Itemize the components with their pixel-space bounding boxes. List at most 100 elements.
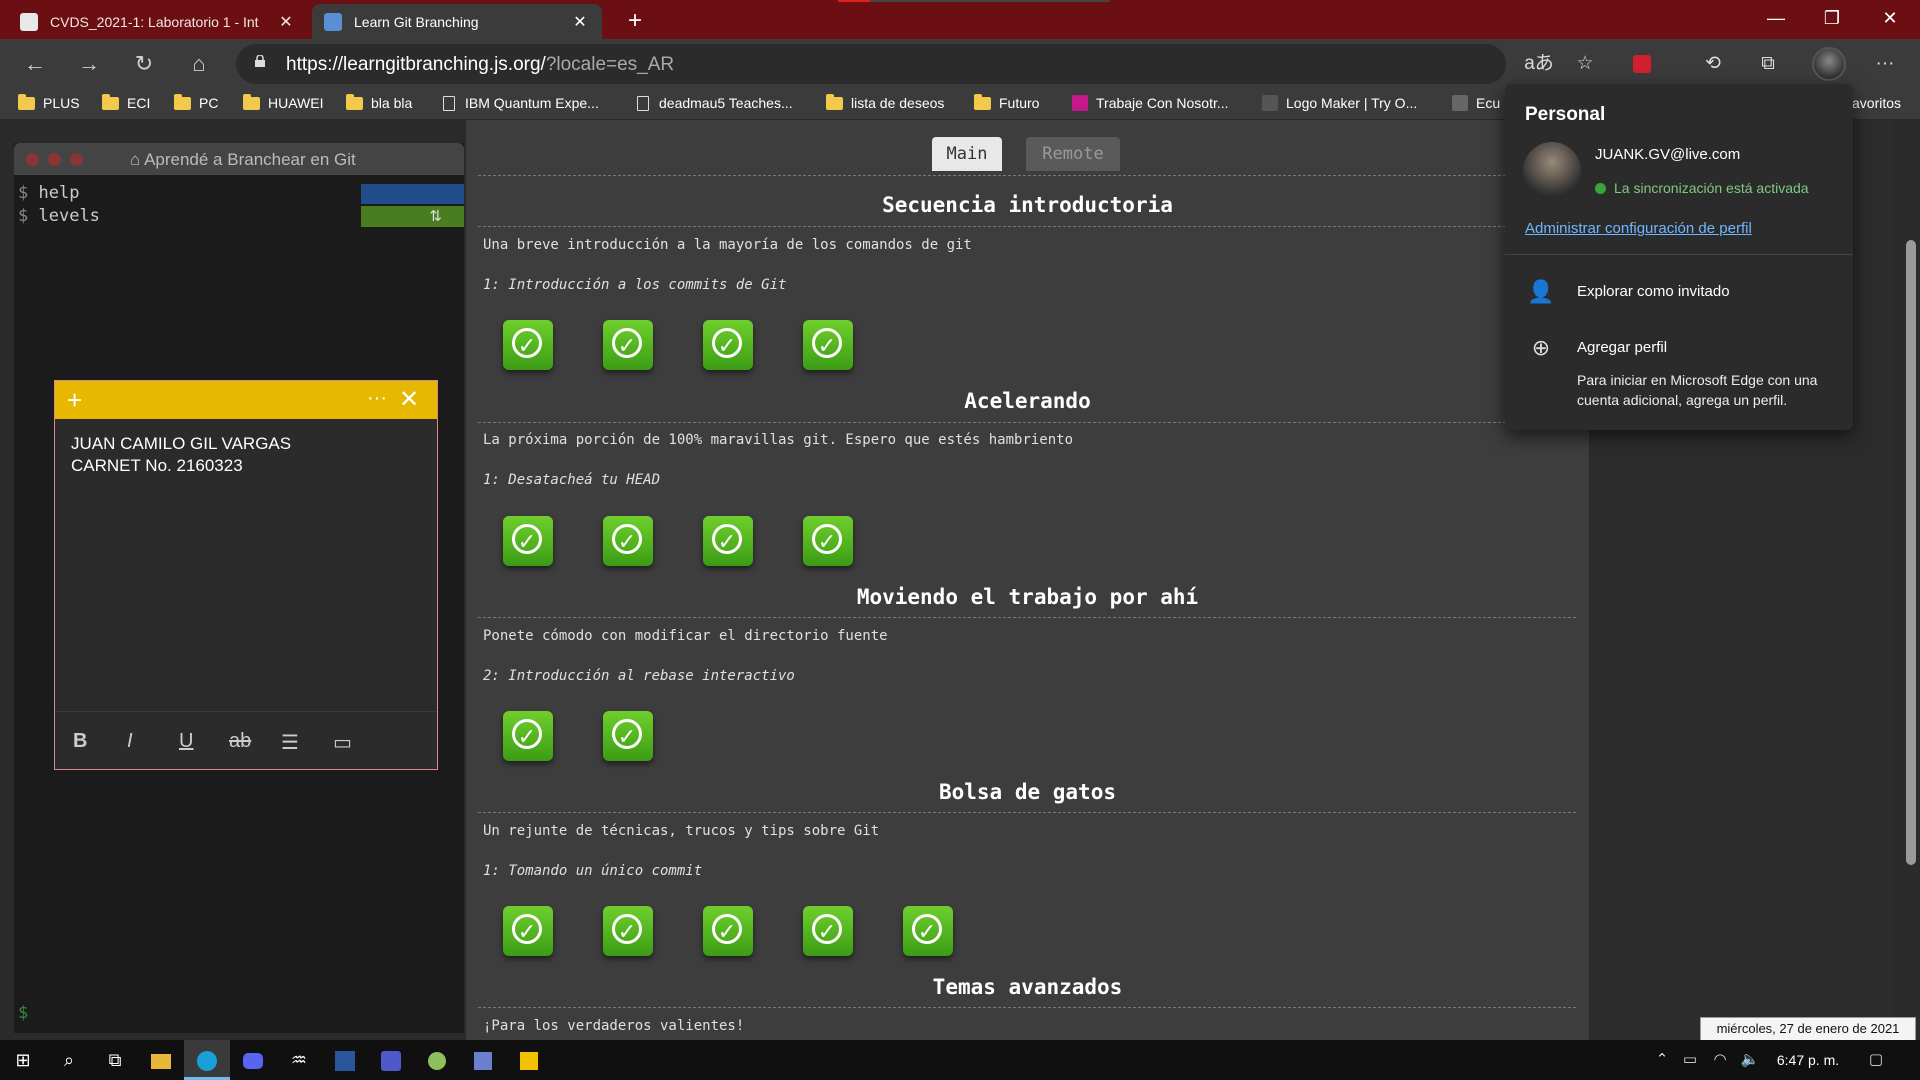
add-profile-button[interactable]: Agregar perfil bbox=[1577, 339, 1667, 356]
folder-icon bbox=[102, 93, 119, 110]
favorite-eci[interactable]: ECI bbox=[102, 93, 150, 111]
favorite-logo-maker[interactable]: Logo Maker | Try O... bbox=[1262, 95, 1417, 111]
tab-learn-git[interactable]: Learn Git Branching ✕ bbox=[312, 4, 602, 39]
separator bbox=[478, 226, 1576, 227]
favorite-trabaje[interactable]: Trabaje Con Nosotr... bbox=[1072, 95, 1229, 111]
minimize-button[interactable]: — bbox=[1748, 0, 1804, 39]
more-options-icon[interactable]: ··· bbox=[1868, 47, 1902, 81]
level-complete-icon[interactable] bbox=[703, 906, 753, 956]
notifications-icon[interactable]: ▢ bbox=[1862, 1040, 1890, 1080]
folder-icon bbox=[18, 93, 35, 110]
add-note-icon[interactable]: + bbox=[67, 385, 82, 416]
more-options-icon[interactable]: ··· bbox=[367, 387, 387, 410]
sticky-note[interactable]: + ··· ✕ JUAN CAMILO GIL VARGAS CARNET No… bbox=[54, 380, 438, 770]
task-view-icon[interactable]: ⧉ bbox=[92, 1040, 138, 1080]
italic-icon[interactable]: I bbox=[127, 730, 133, 753]
tab-main[interactable]: Main bbox=[932, 137, 1002, 171]
profile-heading: Personal bbox=[1525, 104, 1606, 125]
favorite-huawei[interactable]: HUAWEI bbox=[243, 93, 323, 111]
back-arrow-icon[interactable]: ← bbox=[18, 47, 52, 81]
add-profile-icon: ⊕ bbox=[1531, 335, 1551, 360]
level-complete-icon[interactable] bbox=[503, 516, 553, 566]
moodle-favicon-icon bbox=[20, 12, 38, 31]
teams-icon[interactable] bbox=[368, 1040, 414, 1080]
battery-icon[interactable]: ▭ bbox=[1676, 1040, 1704, 1080]
app-icon[interactable] bbox=[414, 1040, 460, 1080]
favorite-ibm-quantum[interactable]: IBM Quantum Expe... bbox=[443, 95, 599, 111]
forward-arrow-icon[interactable]: → bbox=[72, 47, 106, 81]
favorite-deadmau5[interactable]: deadmau5 Teaches... bbox=[637, 95, 793, 111]
activity-icon[interactable]: ♒ bbox=[276, 1040, 322, 1080]
favorite-plus[interactable]: PLUS bbox=[18, 93, 80, 111]
browse-as-guest-button[interactable]: Explorar como invitado bbox=[1577, 283, 1730, 300]
word-icon[interactable] bbox=[322, 1040, 368, 1080]
refresh-icon[interactable]: ↻ bbox=[127, 47, 161, 81]
level-complete-icon[interactable] bbox=[803, 516, 853, 566]
section-description: Ponete cómodo con modificar el directori… bbox=[483, 628, 888, 644]
sticky-note-text[interactable]: JUAN CAMILO GIL VARGAS CARNET No. 216032… bbox=[71, 433, 291, 477]
window-dot-icon bbox=[48, 153, 61, 166]
search-icon[interactable]: ⌕ bbox=[46, 1040, 92, 1080]
favorite-label: Logo Maker | Try O... bbox=[1286, 95, 1418, 111]
taskbar-clock[interactable]: 6:47 p. m. bbox=[1770, 1040, 1846, 1080]
level-complete-icon[interactable] bbox=[703, 516, 753, 566]
list-icon[interactable]: ☰ bbox=[281, 730, 299, 755]
close-tab-icon[interactable]: ✕ bbox=[276, 12, 296, 32]
level-complete-icon[interactable] bbox=[503, 906, 553, 956]
level-complete-icon[interactable] bbox=[603, 516, 653, 566]
image-icon[interactable]: ▭ bbox=[333, 730, 352, 755]
windows-start-icon[interactable]: ⊞ bbox=[0, 1040, 46, 1080]
profile-avatar-button[interactable] bbox=[1812, 47, 1846, 81]
other-favorites[interactable]: avoritos bbox=[1852, 95, 1901, 111]
address-bar[interactable]: https://learngitbranching.js.org/?locale… bbox=[236, 44, 1506, 84]
strikethrough-icon[interactable]: ab bbox=[229, 730, 251, 753]
scrollbar-thumb[interactable] bbox=[1906, 240, 1916, 865]
extension-icon[interactable] bbox=[1625, 47, 1659, 81]
level-complete-icon[interactable] bbox=[803, 320, 853, 370]
bold-icon[interactable]: B bbox=[73, 730, 87, 753]
level-complete-icon[interactable] bbox=[503, 320, 553, 370]
level-complete-icon[interactable] bbox=[503, 711, 553, 761]
sticky-notes-icon[interactable] bbox=[506, 1040, 552, 1080]
favorite-ecu[interactable]: Ecu bbox=[1452, 95, 1500, 111]
add-favorite-icon[interactable]: ☆ bbox=[1568, 47, 1602, 81]
section-title: Temas avanzados bbox=[932, 975, 1123, 999]
prompt-symbol: $ bbox=[18, 206, 29, 226]
levels-panel: Main Remote Secuencia introductoria Una … bbox=[466, 120, 1589, 1040]
level-complete-icon[interactable] bbox=[603, 906, 653, 956]
edge-icon[interactable] bbox=[184, 1040, 230, 1080]
close-window-button[interactable]: ✕ bbox=[1862, 0, 1918, 39]
close-note-icon[interactable]: ✕ bbox=[399, 385, 419, 414]
level-complete-icon[interactable] bbox=[703, 320, 753, 370]
terminal-prompt[interactable]: $ bbox=[18, 1003, 28, 1023]
app-icon[interactable] bbox=[460, 1040, 506, 1080]
volume-icon[interactable]: 🔈 bbox=[1736, 1040, 1764, 1080]
level-complete-icon[interactable] bbox=[603, 320, 653, 370]
level-complete-icon[interactable] bbox=[803, 906, 853, 956]
favorite-pc[interactable]: PC bbox=[174, 93, 218, 111]
file-explorer-icon[interactable] bbox=[138, 1040, 184, 1080]
favorite-label: Trabaje Con Nosotr... bbox=[1096, 95, 1229, 111]
close-tab-icon[interactable]: ✕ bbox=[570, 12, 590, 32]
wifi-icon[interactable]: ◠ bbox=[1706, 1040, 1734, 1080]
favorite-lista-deseos[interactable]: lista de deseos bbox=[826, 93, 944, 111]
history-icon[interactable]: ⟲ bbox=[1696, 47, 1730, 81]
favorite-label: bla bla bbox=[371, 95, 413, 111]
new-tab-button[interactable]: + bbox=[620, 6, 650, 36]
manage-profile-link[interactable]: Administrar configuración de perfil bbox=[1525, 220, 1752, 237]
home-icon[interactable]: ⌂ bbox=[182, 47, 216, 81]
read-aloud-icon[interactable]: aあ bbox=[1522, 47, 1556, 81]
tab-remote[interactable]: Remote bbox=[1026, 137, 1120, 171]
level-complete-icon[interactable] bbox=[903, 906, 953, 956]
underline-icon[interactable]: U bbox=[179, 730, 193, 753]
discord-icon[interactable] bbox=[230, 1040, 276, 1080]
favorite-bla-bla[interactable]: bla bla bbox=[346, 93, 413, 111]
favorite-futuro[interactable]: Futuro bbox=[974, 93, 1039, 111]
tab-cvds[interactable]: CVDS_2021-1: Laboratorio 1 - Int ✕ bbox=[8, 4, 308, 39]
show-hidden-icons-icon[interactable]: ⌃ bbox=[1648, 1040, 1676, 1080]
accent-line bbox=[838, 0, 870, 2]
restore-button[interactable]: ❐ bbox=[1804, 0, 1860, 39]
collections-icon[interactable]: ⧉ bbox=[1751, 47, 1785, 81]
level-complete-icon[interactable] bbox=[603, 711, 653, 761]
window-dot-icon bbox=[70, 153, 83, 166]
